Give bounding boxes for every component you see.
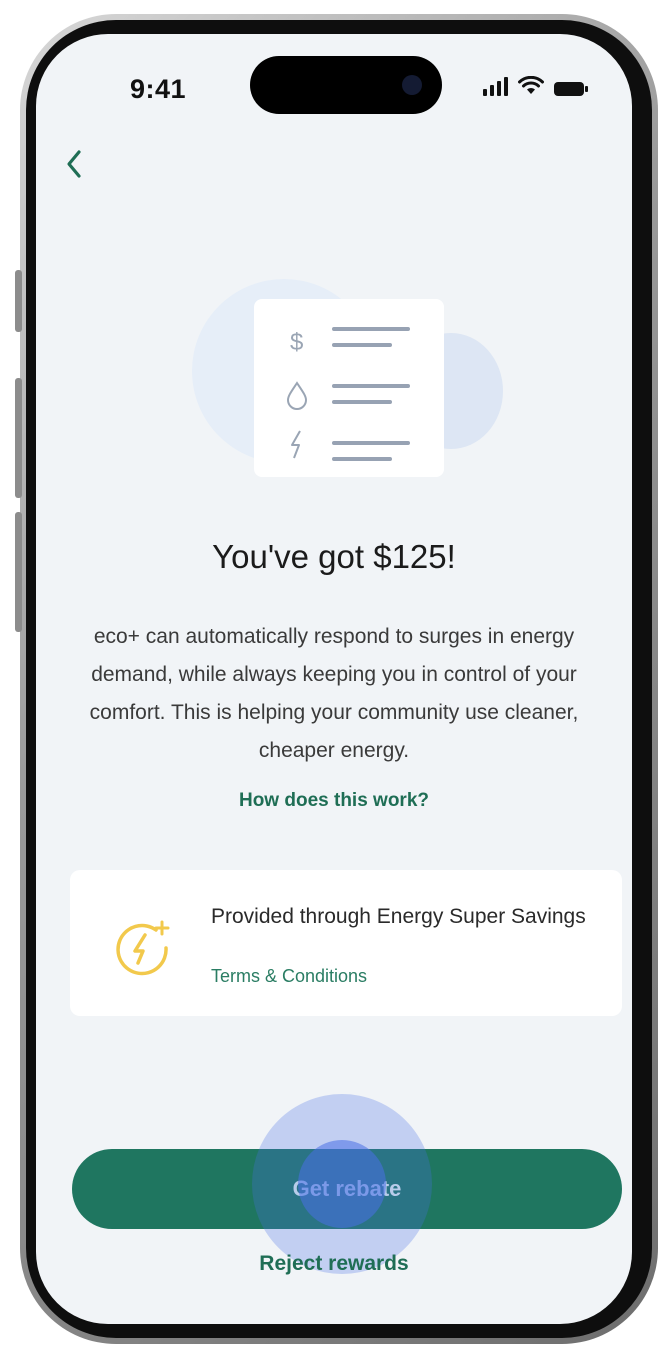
energy-savings-icon	[116, 920, 170, 976]
volume-up-button	[15, 378, 22, 498]
get-rebate-button[interactable]: Get rebate	[72, 1149, 622, 1229]
how-does-this-work-link[interactable]: How does this work?	[36, 790, 632, 812]
app-screen: 9:41 $ You've got $125! eco+ can automat…	[36, 34, 632, 1324]
status-icons	[483, 76, 588, 96]
reject-rewards-link[interactable]: Reject rewards	[36, 1252, 632, 1276]
provider-text: Provided through Energy Super Savings	[211, 905, 586, 928]
wifi-icon	[518, 76, 544, 94]
action-button	[15, 270, 22, 332]
rebate-illustration: $	[186, 259, 516, 479]
page-title: You've got $125!	[212, 538, 456, 575]
provider-card: Provided through Energy Super Savings Te…	[70, 870, 622, 1016]
battery-icon	[554, 82, 588, 96]
signal-icon	[483, 76, 508, 96]
volume-down-button	[15, 512, 22, 632]
status-time: 9:41	[130, 74, 187, 104]
terms-conditions-link[interactable]: Terms & Conditions	[211, 966, 367, 987]
dollar-icon: $	[290, 329, 303, 356]
chevron-left-icon	[67, 150, 81, 178]
description-text: eco+ can automatically respond to surges…	[89, 625, 579, 762]
back-button[interactable]	[56, 144, 92, 184]
camera-icon	[402, 75, 422, 95]
dynamic-island	[250, 56, 442, 114]
